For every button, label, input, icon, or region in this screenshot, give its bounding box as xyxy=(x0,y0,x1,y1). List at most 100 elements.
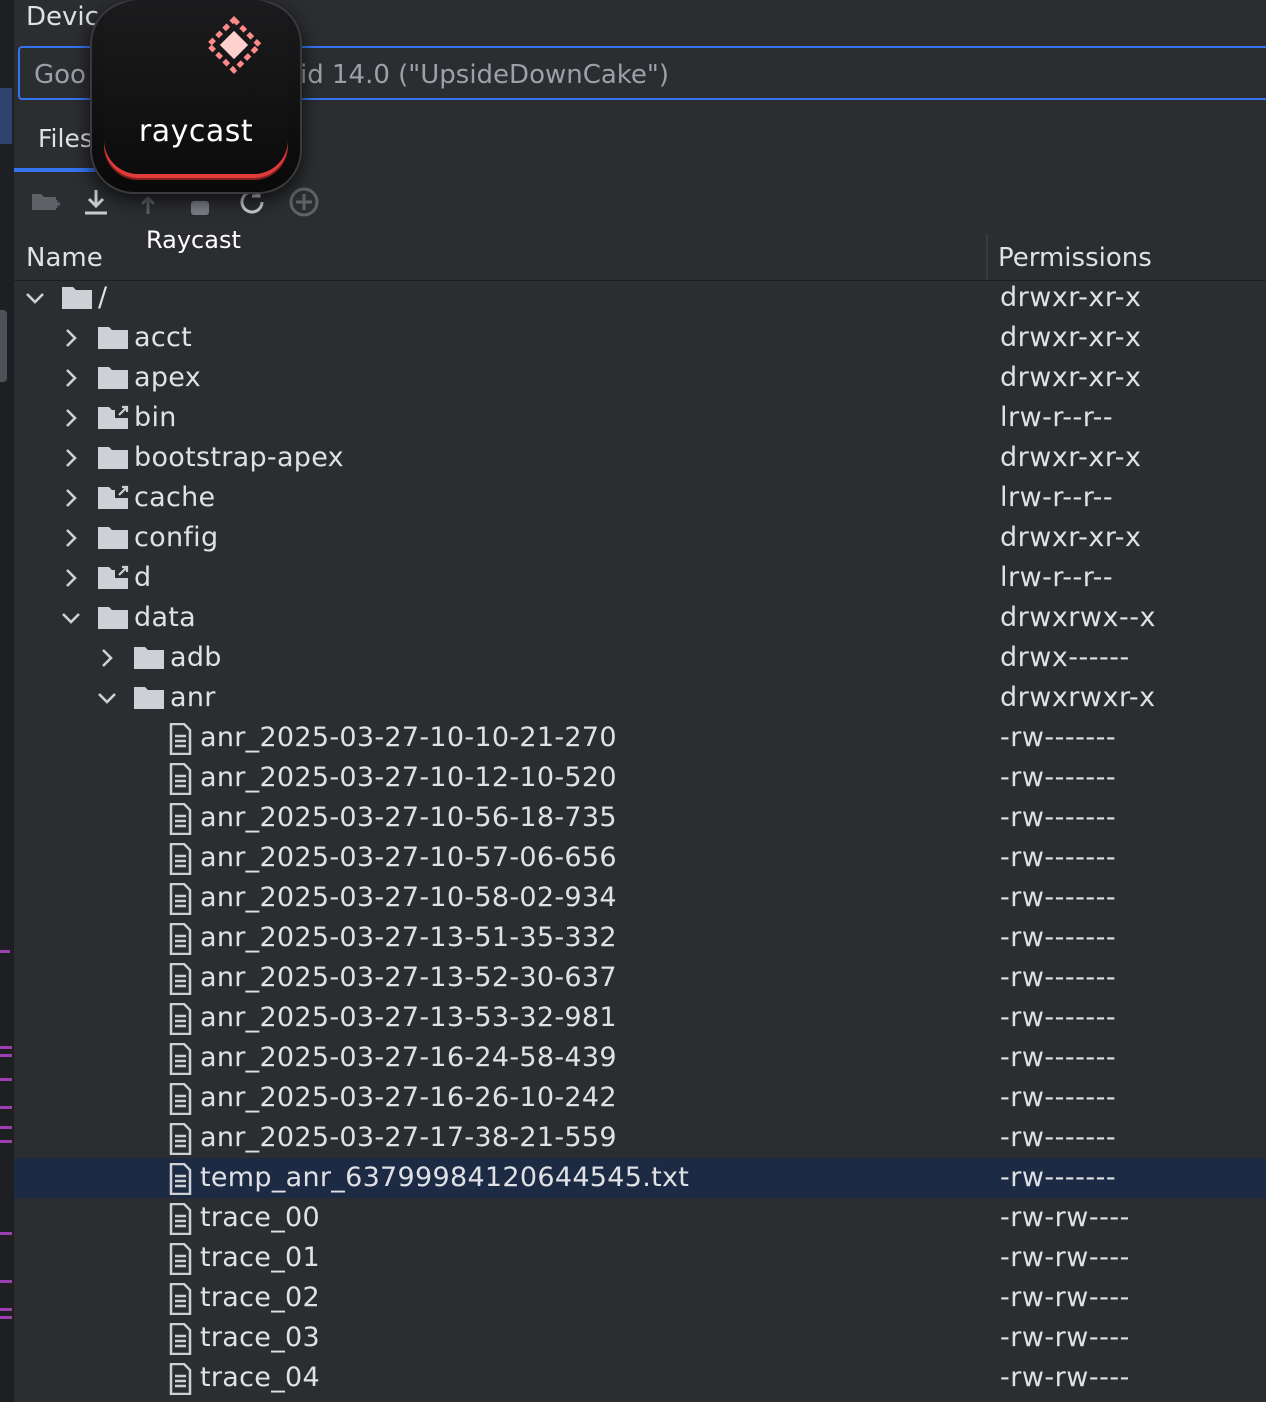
tree-row-label: anr_2025-03-27-16-26-10-242 xyxy=(200,1082,617,1113)
file-icon xyxy=(169,723,192,755)
gutter-marker xyxy=(0,950,10,953)
tree-row-label: temp_anr_637999841206445​45.txt xyxy=(200,1162,690,1193)
tab-files-label: Files xyxy=(38,124,93,153)
tree-row-permissions: -rw------- xyxy=(1000,722,1117,753)
tree-row-permissions: -rw------- xyxy=(1000,802,1117,833)
tree-row-file[interactable]: anr_2025-03-27-17-38-21-559 -rw------- xyxy=(14,1118,1266,1158)
tree-row-label: anr xyxy=(170,682,216,713)
chevron-right-icon[interactable] xyxy=(60,407,82,429)
tree-row-file[interactable]: anr_2025-03-27-16-26-10-242 -rw------- xyxy=(14,1078,1266,1118)
folder-link-icon xyxy=(98,484,129,509)
chevron-right-icon[interactable] xyxy=(60,447,82,469)
gutter-marker xyxy=(0,1078,12,1081)
gutter-marker xyxy=(0,1106,12,1109)
tree-row-label: anr_2025-03-27-10-58-02-934 xyxy=(200,882,617,913)
tree-row-label: config xyxy=(134,522,219,553)
tree-row-label: anr_2025-03-27-17-38-21-559 xyxy=(200,1122,617,1153)
tree-row-permissions: -rw------- xyxy=(1000,922,1117,953)
folder-icon xyxy=(134,687,164,709)
gutter-marker xyxy=(0,1140,12,1143)
tree-row-file[interactable]: trace_00 -rw-rw---- xyxy=(14,1198,1266,1238)
tree-row-label: / xyxy=(98,282,108,313)
file-icon xyxy=(169,963,192,995)
tree-row-label: anr_2025-03-27-10-12-10-520 xyxy=(200,762,617,793)
tree-row-permissions: -rw-rw---- xyxy=(1000,1242,1130,1273)
tree-row-permissions: -rw------- xyxy=(1000,842,1117,873)
tree-row-file[interactable]: anr_2025-03-27-16-24-58-439 -rw------- xyxy=(14,1038,1266,1078)
tree-row-file[interactable]: temp_anr_637999841206445​45.txt -rw------… xyxy=(14,1158,1266,1198)
tree-row-folder[interactable]: adb drwx------ xyxy=(14,638,1266,678)
tree-row-file[interactable]: anr_2025-03-27-10-58-02-934 -rw------- xyxy=(14,878,1266,918)
new-folder-button[interactable] xyxy=(28,184,64,220)
tree-row-folder[interactable]: d lrw-r--r-- xyxy=(14,558,1266,598)
tree-row-label: anr_2025-03-27-16-24-58-439 xyxy=(200,1042,617,1073)
tree-row-folder[interactable]: cache lrw-r--r-- xyxy=(14,478,1266,518)
folder-icon xyxy=(98,607,128,629)
tree-row-label: cache xyxy=(134,482,216,513)
tree-row-label: bootstrap-apex xyxy=(134,442,344,473)
tree-row-file[interactable]: anr_2025-03-27-13-51-35-332 -rw------- xyxy=(14,918,1266,958)
chevron-right-icon[interactable] xyxy=(96,647,118,669)
tree-row-label: adb xyxy=(170,642,222,673)
tree-row-label: data xyxy=(134,602,197,633)
tree-row-permissions: lrw-r--r-- xyxy=(1000,562,1114,593)
tree-row-folder[interactable]: / drwxr-xr-x xyxy=(14,278,1266,318)
tree-row-file[interactable]: anr_2025-03-27-10-56-18-735 -rw------- xyxy=(14,798,1266,838)
tree-row-file[interactable]: anr_2025-03-27-10-57-06-656 -rw------- xyxy=(14,838,1266,878)
tree-row-file[interactable]: anr_2025-03-27-13-53-32-981 -rw------- xyxy=(14,998,1266,1038)
tree-row-file[interactable]: anr_2025-03-27-10-10-21-270 -rw------- xyxy=(14,718,1266,758)
chevron-right-icon[interactable] xyxy=(60,487,82,509)
tree-row-folder[interactable]: apex drwxr-xr-x xyxy=(14,358,1266,398)
new-folder-icon xyxy=(32,194,60,210)
column-header-name[interactable]: Name xyxy=(26,234,103,282)
folder-icon xyxy=(98,327,128,349)
tree-row-label: anr_2025-03-27-10-57-06-656 xyxy=(200,842,617,873)
tree-row-label: anr_2025-03-27-13-53-32-981 xyxy=(200,1002,617,1033)
chevron-down-icon[interactable] xyxy=(24,287,46,309)
tree-row-permissions: drwxr-xr-x xyxy=(1000,362,1142,393)
raycast-app-icon[interactable]: raycast xyxy=(90,0,302,194)
gutter-marker xyxy=(0,1308,12,1311)
tree-row-label: apex xyxy=(134,362,201,393)
tree-row-permissions: -rw------- xyxy=(1000,1002,1117,1033)
gutter-scrollbar[interactable] xyxy=(0,310,7,382)
left-gutter xyxy=(0,0,14,1402)
gutter-marker xyxy=(0,1316,12,1319)
tree-row-file[interactable]: trace_03 -rw-rw---- xyxy=(14,1318,1266,1358)
tree-row-permissions: drwxr-xr-x xyxy=(1000,322,1142,353)
chevron-right-icon[interactable] xyxy=(60,567,82,589)
tree-row-permissions: drwxr-xr-x xyxy=(1000,442,1142,473)
chevron-down-icon[interactable] xyxy=(60,607,82,629)
folder-link-icon xyxy=(98,404,129,429)
tree-row-file[interactable]: anr_2025-03-27-13-52-30-637 -rw------- xyxy=(14,958,1266,998)
folder-icon xyxy=(98,527,128,549)
tree-row-permissions: -rw------- xyxy=(1000,1082,1117,1113)
chevron-right-icon[interactable] xyxy=(60,527,82,549)
column-header-permissions[interactable]: Permissions xyxy=(998,234,1152,282)
tree-row-folder[interactable]: bootstrap-apex drwxr-xr-x xyxy=(14,438,1266,478)
chevron-down-icon[interactable] xyxy=(96,687,118,709)
gutter-marker xyxy=(0,1054,12,1057)
chevron-right-icon[interactable] xyxy=(60,327,82,349)
tree-row-folder[interactable]: data drwxrwx--x xyxy=(14,598,1266,638)
file-icon xyxy=(169,1323,192,1355)
tree-row-permissions: -rw-rw---- xyxy=(1000,1282,1130,1313)
tree-row-label: trace_04 xyxy=(200,1362,320,1393)
tree-row-file[interactable]: trace_04 -rw-rw---- xyxy=(14,1358,1266,1398)
tree-row-folder[interactable]: anr drwxrwxr-x xyxy=(14,678,1266,718)
chevron-right-icon[interactable] xyxy=(60,367,82,389)
tree-row-permissions: -rw-rw---- xyxy=(1000,1322,1130,1353)
tree-row-file[interactable]: trace_02 -rw-rw---- xyxy=(14,1278,1266,1318)
tree-row-folder[interactable]: config drwxr-xr-x xyxy=(14,518,1266,558)
folder-icon xyxy=(98,447,128,469)
file-icon xyxy=(169,803,192,835)
tree-row-folder[interactable]: acct drwxr-xr-x xyxy=(14,318,1266,358)
tree-row-folder[interactable]: bin lrw-r--r-- xyxy=(14,398,1266,438)
column-resize-handle[interactable] xyxy=(986,234,988,280)
file-icon xyxy=(169,923,192,955)
folder-icon xyxy=(134,647,164,669)
tree-row-file[interactable]: trace_01 -rw-rw---- xyxy=(14,1238,1266,1278)
tree-row-file[interactable]: anr_2025-03-27-10-12-10-520 -rw------- xyxy=(14,758,1266,798)
tree-row-label: acct xyxy=(134,322,193,353)
tree-row-label: anr_2025-03-27-10-56-18-735 xyxy=(200,802,617,833)
